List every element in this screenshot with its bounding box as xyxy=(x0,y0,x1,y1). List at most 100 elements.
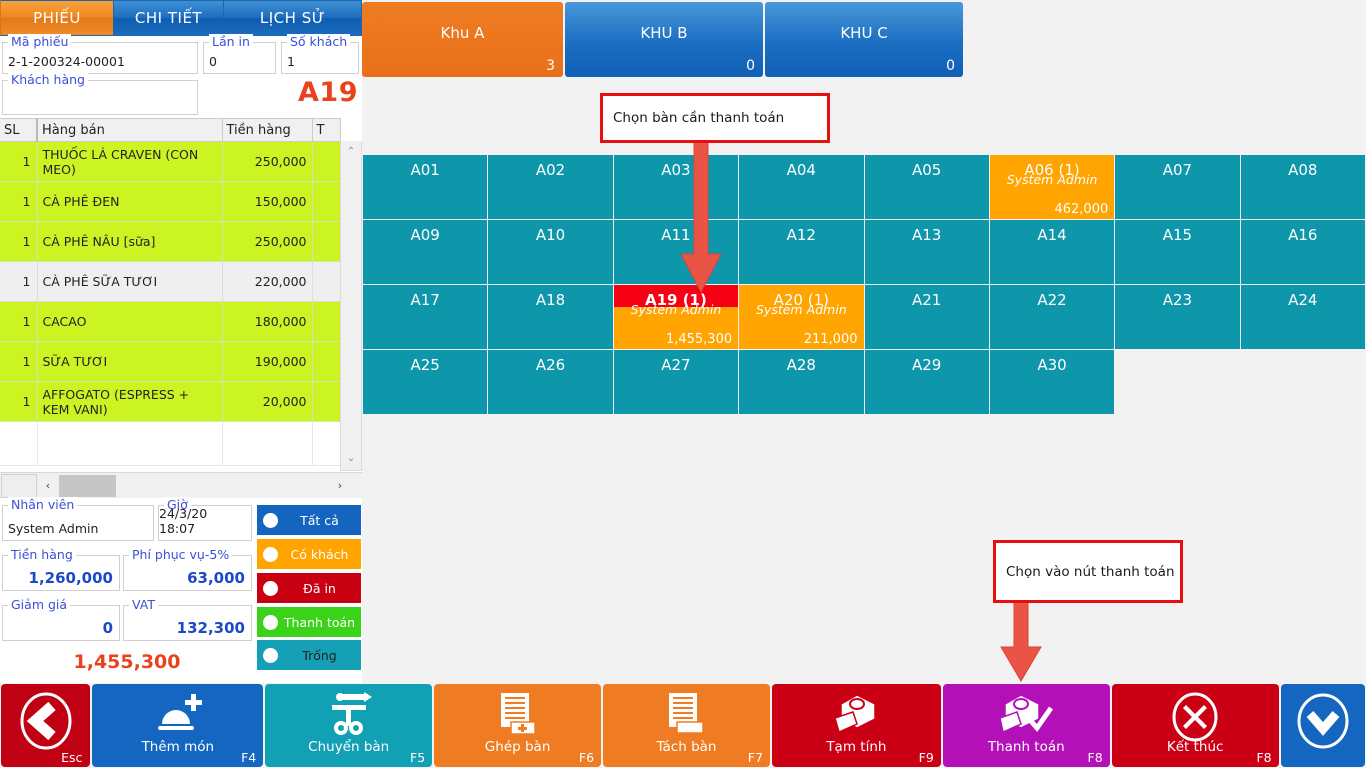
table-name: A09 xyxy=(410,226,440,244)
radio-icon[interactable] xyxy=(263,512,278,528)
scroll-up-icon[interactable]: ⌃ xyxy=(341,143,361,161)
radio-icon[interactable] xyxy=(263,546,278,562)
table-cell[interactable]: A08 xyxy=(1240,155,1366,219)
payment-button[interactable]: Thanh toán F8 xyxy=(942,684,1110,767)
table-cell[interactable]: A25 xyxy=(363,350,489,414)
cell-name: CÀ PHÊ SỮA TƯƠI xyxy=(37,261,223,302)
legend-filter-all[interactable]: Tất cả xyxy=(257,505,361,535)
zone-b-name: KHU B xyxy=(640,24,688,42)
print-count-field[interactable]: Lần in 0 xyxy=(203,34,276,74)
cell-name: CÀ PHÊ ĐEN xyxy=(37,181,223,222)
table-cell[interactable]: A16 xyxy=(1240,220,1366,284)
table-cell[interactable]: A26 xyxy=(488,350,614,414)
scroll-right-icon[interactable]: › xyxy=(330,474,350,498)
table-cell[interactable]: A24 xyxy=(1240,285,1366,349)
table-row[interactable]: 1 THUỐC LÁ CRAVEN (CON MEO) 250,000 xyxy=(0,141,341,182)
guest-count-field[interactable]: Số khách 1 xyxy=(281,34,359,74)
zone-tab-b[interactable]: KHU B 0 xyxy=(565,2,763,77)
table-cell[interactable]: A17 xyxy=(363,285,489,349)
add-dish-button[interactable]: Thêm món F4 xyxy=(92,684,264,767)
payment-key: F8 xyxy=(1087,750,1103,765)
table-cell[interactable]: A05 xyxy=(864,155,990,219)
split-bill-key: F7 xyxy=(747,750,763,765)
table-name: A25 xyxy=(410,356,440,374)
col-header-qty[interactable]: SL xyxy=(0,118,38,142)
items-vertical-scrollbar[interactable]: ⌃ ⌄ xyxy=(340,141,362,471)
legend-filter-empty[interactable]: Trống xyxy=(257,640,361,670)
table-row[interactable]: 1 SỮA TƯƠI 190,000 xyxy=(0,341,341,382)
col-header-money[interactable]: Tiền hàng xyxy=(222,118,313,142)
table-cell[interactable]: A23 xyxy=(1115,285,1241,349)
table-row[interactable]: 1 CÀ PHÊ SỮA TƯƠI 220,000 xyxy=(0,261,341,302)
vat-field: VAT 132,300 xyxy=(123,597,252,641)
items-horizontal-scrollbar[interactable]: ‹ › xyxy=(0,472,362,498)
table-cell[interactable]: A09 xyxy=(363,220,489,284)
payment-label: Thanh toán xyxy=(987,739,1065,755)
tab-phieu[interactable]: PHIẾU xyxy=(0,0,114,36)
finish-button[interactable]: Kết thúc F8 xyxy=(1111,684,1279,767)
zone-c-name: KHU C xyxy=(840,24,888,42)
table-cell[interactable]: A21 xyxy=(864,285,990,349)
zone-tab-c[interactable]: KHU C 0 xyxy=(765,2,963,77)
table-cell[interactable]: A28 xyxy=(739,350,865,414)
legend-filter-printed[interactable]: Đã in xyxy=(257,573,361,603)
scroll-down-icon[interactable]: ⌄ xyxy=(341,450,361,468)
legend-label-printed: Đã in xyxy=(303,580,336,596)
table-cell[interactable]: A06 (1) System Admin 462,000 xyxy=(989,155,1116,219)
split-bill-button[interactable]: Tách bàn F7 xyxy=(603,684,770,767)
provisional-bill-button[interactable]: Tạm tính F9 xyxy=(771,684,941,767)
table-cell[interactable]: A20 (1) System Admin 211,000 xyxy=(739,285,865,349)
cell-empty xyxy=(222,421,313,466)
zone-tab-a[interactable]: Khu A 3 xyxy=(362,2,563,77)
table-row[interactable]: 1 CÀ PHÊ ĐEN 150,000 xyxy=(0,181,341,222)
tab-chitiet[interactable]: CHI TIẾT xyxy=(114,0,224,36)
table-cell[interactable]: A12 xyxy=(739,220,865,284)
table-cell[interactable]: A27 xyxy=(613,350,740,414)
cell-t xyxy=(312,261,341,302)
cell-sl: 1 xyxy=(0,381,38,422)
table-cell[interactable]: A13 xyxy=(864,220,990,284)
print-count-label: Lần in xyxy=(209,34,253,49)
escape-button[interactable]: Esc xyxy=(1,684,91,767)
table-cell[interactable]: A02 xyxy=(488,155,614,219)
scroll-left-icon[interactable]: ‹ xyxy=(38,474,58,498)
scroll-thumb[interactable] xyxy=(59,475,116,497)
merge-bill-icon xyxy=(434,692,601,736)
table-row[interactable]: 1 CÀ PHÊ NÂU [sữa] 250,000 xyxy=(0,221,341,262)
merge-bill-button[interactable]: Ghép bàn F6 xyxy=(434,684,602,767)
move-table-button[interactable]: Chuyển bàn F5 xyxy=(265,684,433,767)
radio-icon[interactable] xyxy=(263,614,278,630)
add-dish-key: F4 xyxy=(241,750,257,765)
expand-down-button[interactable] xyxy=(1280,684,1366,767)
tab-lichsu[interactable]: LỊCH SỬ xyxy=(224,0,362,36)
bill-code-value: 2-1-200324-00001 xyxy=(8,54,125,69)
table-cell[interactable]: A04 xyxy=(739,155,865,219)
time-value: 24/3/20 18:07 xyxy=(159,506,208,536)
table-row[interactable]: 1 CACAO 180,000 xyxy=(0,301,341,342)
table-row[interactable]: 1 AFFOGATO (ESPRESS + KEM VANI) 20,000 xyxy=(0,381,341,422)
table-name: A18 xyxy=(535,291,566,309)
table-cell[interactable]: A07 xyxy=(1115,155,1241,219)
table-cell[interactable]: A15 xyxy=(1115,220,1241,284)
scroll-corner xyxy=(1,474,37,498)
bill-code-field[interactable]: Mã phiếu 2-1-200324-00001 xyxy=(2,34,198,74)
table-name: A29 xyxy=(912,356,942,374)
subtotal-field: Tiền hàng 1,260,000 xyxy=(2,547,120,591)
table-cell[interactable]: A14 xyxy=(989,220,1116,284)
radio-icon[interactable] xyxy=(263,580,278,596)
table-cell[interactable]: A18 xyxy=(488,285,614,349)
col-header-t[interactable]: T xyxy=(312,118,341,142)
legend-label-empty: Trống xyxy=(302,647,337,663)
table-cell[interactable]: A22 xyxy=(989,285,1116,349)
table-cell[interactable]: A10 xyxy=(488,220,614,284)
col-header-item[interactable]: Hàng bán xyxy=(36,118,223,142)
chevron-down-icon xyxy=(1281,692,1365,750)
table-cell[interactable]: A30 xyxy=(989,350,1116,414)
legend-filter-paid[interactable]: Thanh toán xyxy=(257,607,361,637)
table-cell[interactable]: A01 xyxy=(363,155,489,219)
legend-filter-occupied[interactable]: Có khách xyxy=(257,539,361,569)
table-name: A04 xyxy=(786,161,816,179)
customer-field[interactable]: Khách hàng xyxy=(2,72,198,115)
radio-icon[interactable] xyxy=(263,647,278,663)
table-cell[interactable]: A29 xyxy=(864,350,990,414)
